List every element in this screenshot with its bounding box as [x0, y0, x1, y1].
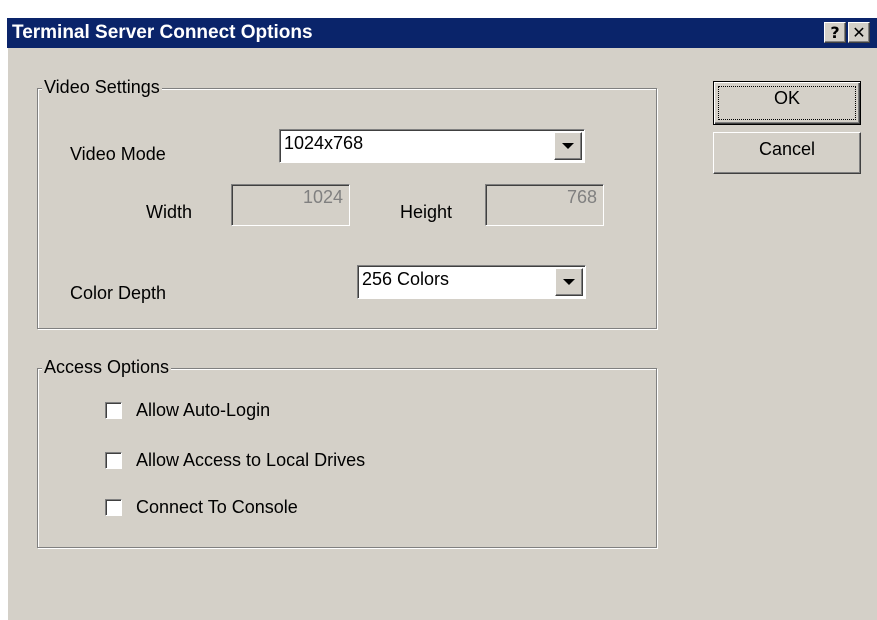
color-depth-value: 256 Colors [362, 269, 450, 289]
connect-to-console-checkbox[interactable] [105, 499, 122, 516]
dialog-title: Terminal Server Connect Options [12, 22, 313, 43]
allow-auto-login-checkbox[interactable] [105, 402, 122, 419]
close-button[interactable]: ✕ [848, 22, 870, 43]
dialog-window: Terminal Server Connect Options ? ✕ Vide… [7, 18, 877, 620]
video-mode-dropdown[interactable]: 1024x768 [279, 129, 585, 163]
video-mode-value: 1024x768 [284, 133, 364, 153]
width-value: 1024 [302, 187, 343, 207]
chevron-down-icon [562, 143, 574, 149]
width-label: Width [146, 202, 193, 222]
color-depth-label: Color Depth [70, 283, 167, 303]
cancel-button-label: Cancel [758, 139, 816, 159]
height-field: 768 [485, 184, 604, 226]
video-mode-label: Video Mode [70, 144, 166, 164]
width-field: 1024 [231, 184, 350, 226]
allow-auto-login-label[interactable]: Allow Auto-Login [136, 400, 270, 421]
help-button[interactable]: ? [824, 22, 846, 43]
ok-button[interactable]: OK [713, 81, 861, 125]
color-depth-dropdown-button[interactable] [555, 268, 583, 296]
title-bar[interactable]: Terminal Server Connect Options ? ✕ [7, 18, 877, 48]
connect-to-console-label[interactable]: Connect To Console [136, 497, 298, 518]
chevron-down-icon [563, 279, 575, 285]
video-settings-group-label: Video Settings [42, 77, 162, 98]
video-mode-dropdown-button[interactable] [554, 132, 582, 160]
height-label: Height [400, 202, 453, 222]
cancel-button[interactable]: Cancel [713, 132, 861, 174]
allow-local-drives-checkbox[interactable] [105, 452, 122, 469]
allow-local-drives-label[interactable]: Allow Access to Local Drives [136, 450, 365, 471]
ok-button-label: OK [773, 88, 800, 108]
access-options-group-label: Access Options [42, 357, 172, 378]
color-depth-dropdown[interactable]: 256 Colors [357, 265, 586, 299]
height-value: 768 [566, 187, 597, 207]
